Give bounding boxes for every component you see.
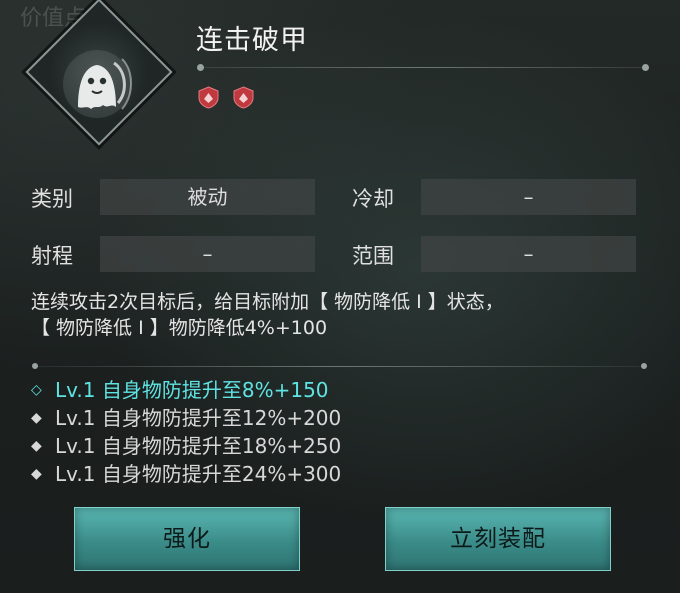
skill-detail-panel: 连击破甲 类别 被动 冷却 – 射程 – 范围 – 连续攻击2次目标后，给目标附… [0, 0, 680, 593]
range-label: 射程 [31, 244, 73, 268]
diamond-bullet-icon: ◆ [31, 466, 42, 482]
divider-dot [641, 363, 647, 369]
ghost-spirit-icon[interactable] [48, 35, 146, 133]
level-text: Lv.1 自身物防提升至24%+300 [55, 462, 342, 486]
range-value: – [100, 236, 315, 272]
level-row-1: ◇ Lv.1 自身物防提升至8%+150 [31, 377, 329, 403]
diamond-bullet-icon: ◇ [31, 382, 42, 398]
description-line: 【 物防降低 I 】物防降低4%+100 [31, 317, 328, 339]
skill-title: 连击破甲 [196, 25, 308, 56]
category-label: 类别 [31, 187, 73, 211]
diamond-bullet-icon: ◆ [31, 438, 42, 454]
cooldown-value: – [421, 179, 636, 215]
level-row-2: ◆ Lv.1 自身物防提升至12%+200 [31, 405, 341, 431]
level-row-3: ◆ Lv.1 自身物防提升至18%+250 [31, 433, 341, 459]
level-text: Lv.1 自身物防提升至8%+150 [55, 378, 329, 402]
enhance-button[interactable]: 强化 [74, 507, 300, 571]
title-divider [197, 64, 649, 71]
equip-now-button[interactable]: 立刻装配 [385, 507, 611, 571]
red-shield-badge-icon [198, 86, 219, 109]
red-shield-badge-icon [233, 86, 254, 109]
skill-description: 连续攻击2次目标后，给目标附加【 物防降低 I 】状态， 【 物防降低 I 】物… [31, 289, 661, 341]
level-text: Lv.1 自身物防提升至12%+200 [55, 406, 342, 430]
level-text: Lv.1 自身物防提升至18%+250 [55, 434, 342, 458]
divider-dot [197, 64, 204, 71]
divider-dot [32, 363, 38, 369]
diamond-bullet-icon: ◆ [31, 410, 42, 426]
divider-dot [642, 64, 649, 71]
section-divider [32, 363, 647, 369]
area-label: 范围 [352, 244, 394, 268]
level-row-4: ◆ Lv.1 自身物防提升至24%+300 [31, 461, 341, 487]
description-line: 连续攻击2次目标后，给目标附加【 物防降低 I 】状态， [31, 291, 504, 313]
area-value: – [421, 236, 636, 272]
category-value: 被动 [100, 179, 315, 215]
cooldown-label: 冷却 [352, 187, 394, 211]
